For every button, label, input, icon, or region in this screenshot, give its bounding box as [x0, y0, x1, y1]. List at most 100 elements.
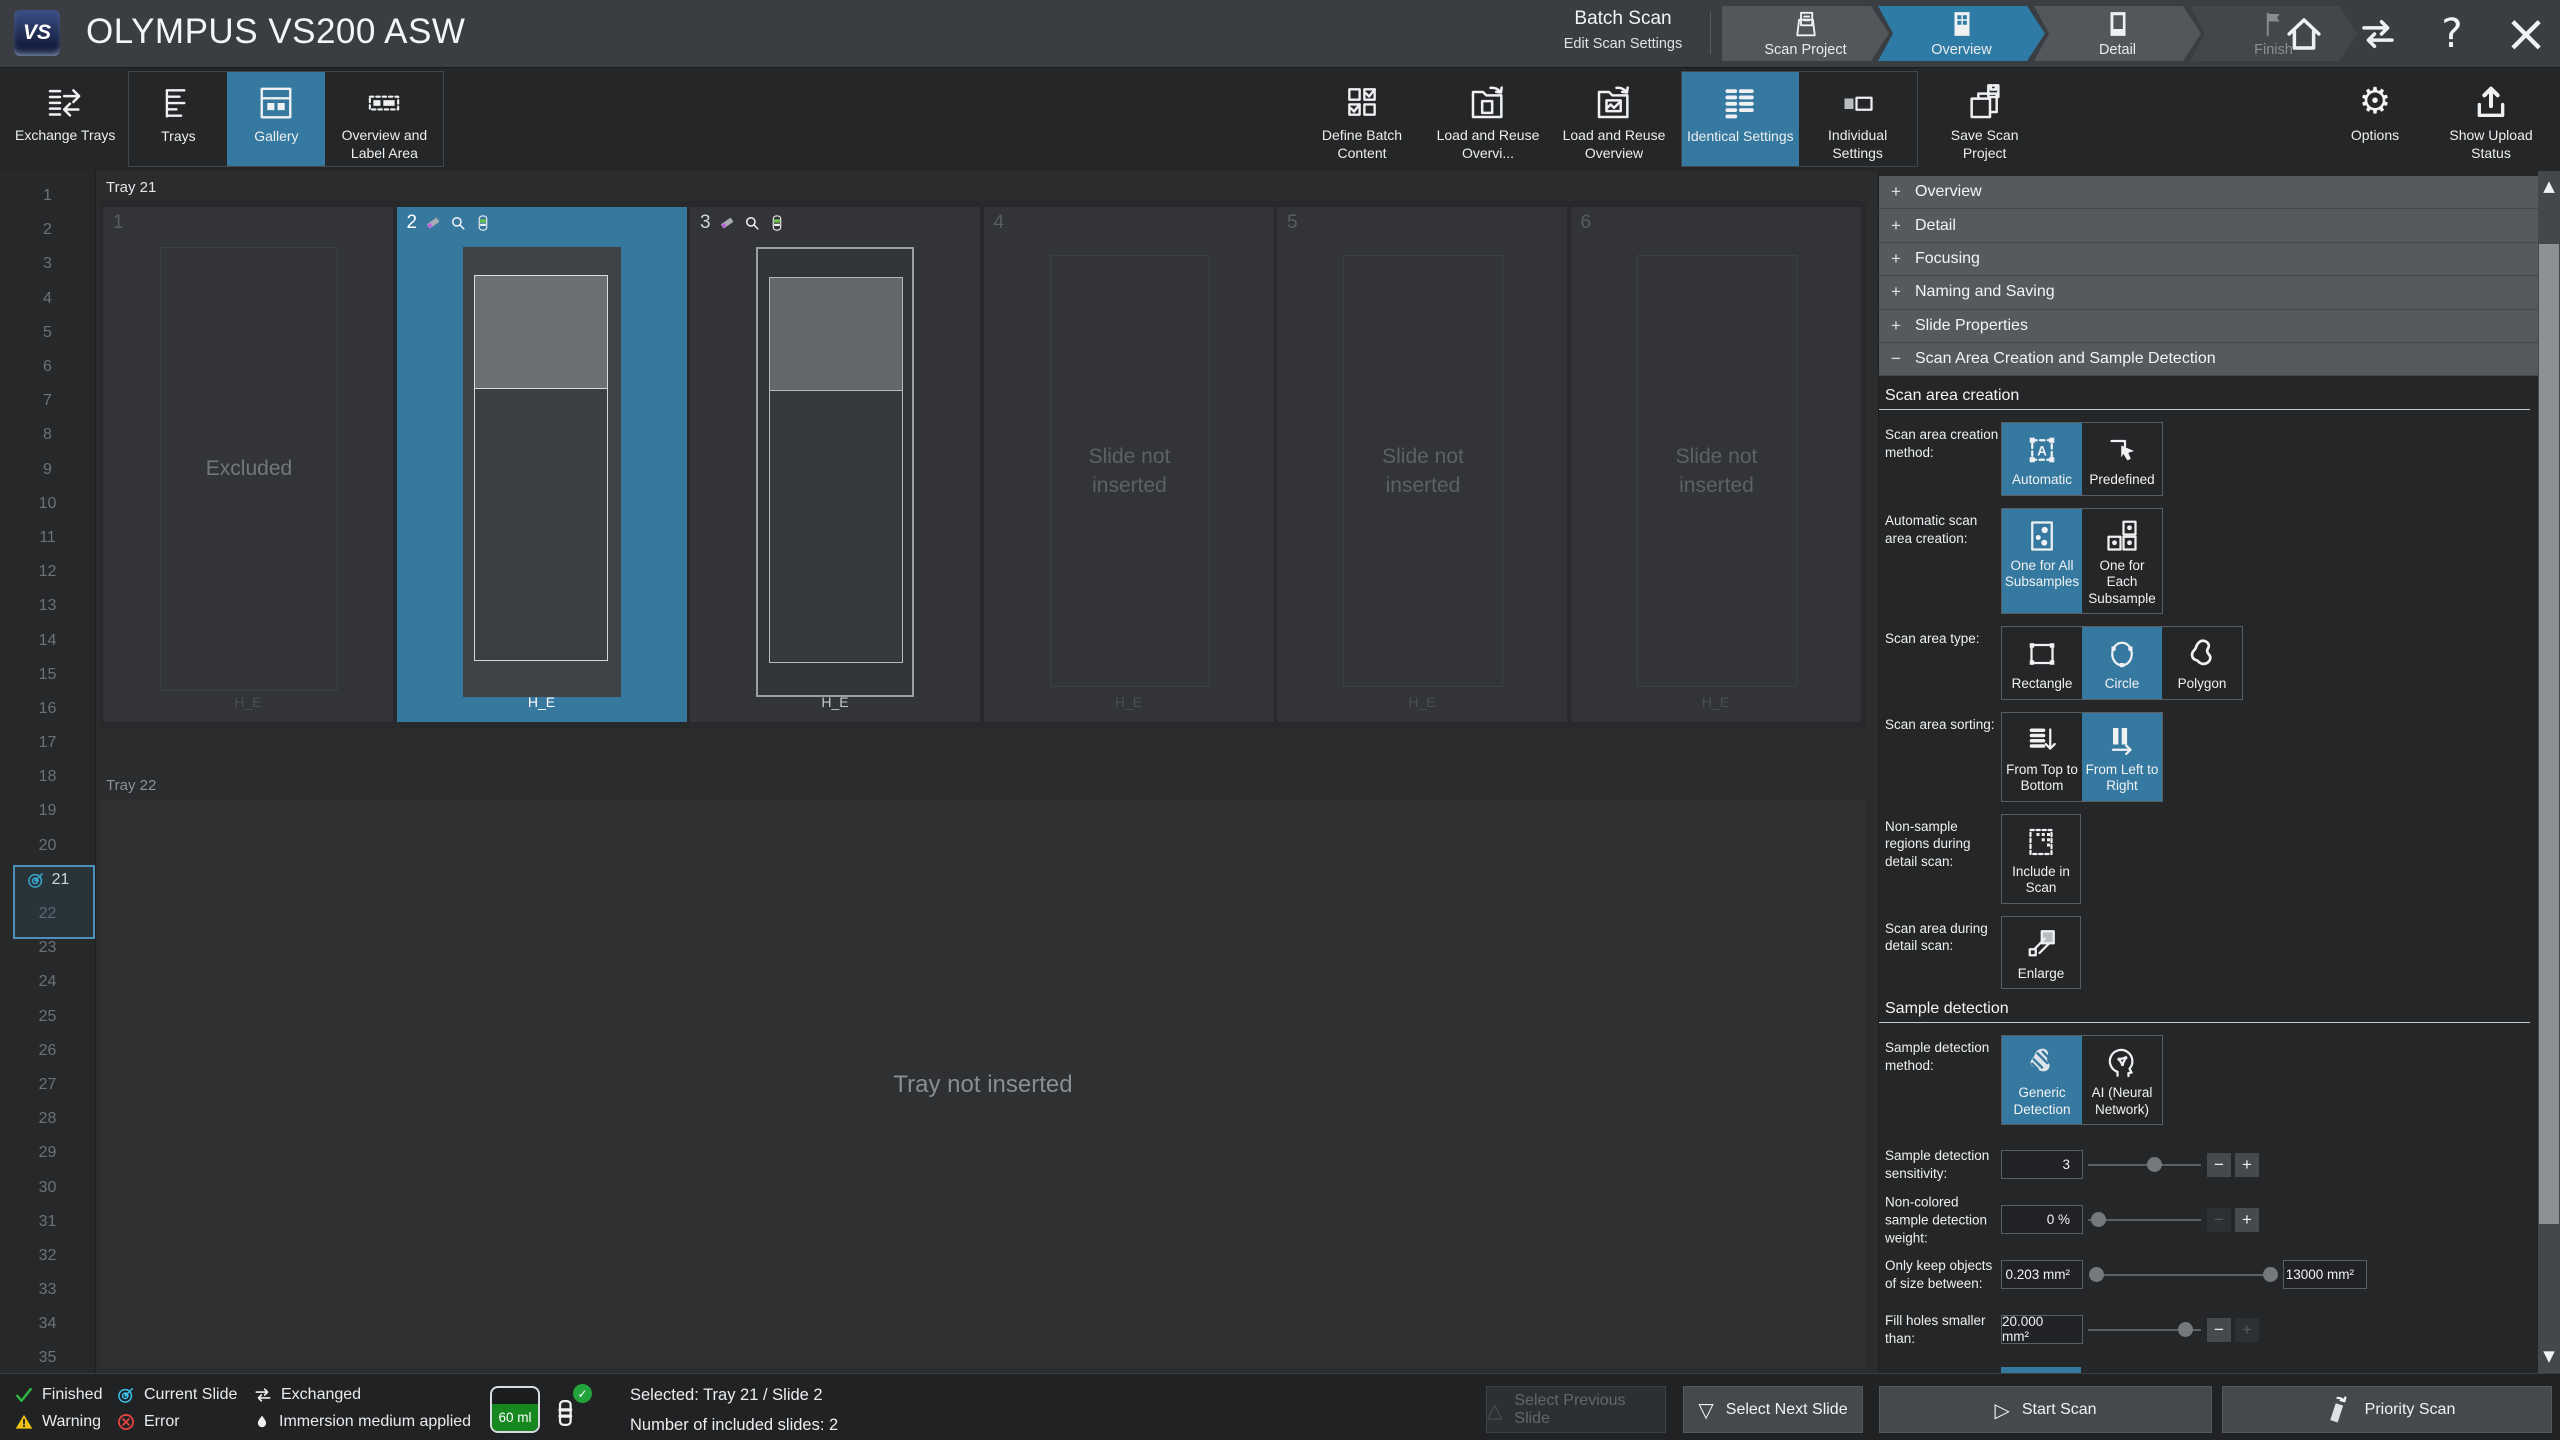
help-button[interactable]: ? [2430, 9, 2474, 59]
tray-row-33[interactable]: 33 [0, 1273, 95, 1307]
tray-row-24[interactable]: 24 [0, 965, 95, 999]
option-include-in-scan[interactable]: Include in Scan [2001, 814, 2081, 904]
tray-row-25[interactable]: 25 [0, 1000, 95, 1034]
priority-scan-button[interactable]: Priority Scan [2222, 1386, 2552, 1433]
accordion-section-focusing[interactable]: +Focusing [1879, 243, 2538, 276]
tray-row-7[interactable]: 7 [0, 384, 95, 418]
toolbar-button-show-upload-status[interactable]: Show Upload Status [2432, 71, 2550, 167]
decrement-button[interactable]: − [2207, 1208, 2231, 1232]
option-from-left-to-right[interactable]: From Left to Right [2082, 713, 2162, 801]
tray-row-8[interactable]: 8 [0, 418, 95, 452]
tray-row-20[interactable]: 20 [0, 829, 95, 863]
option-one-for-all-subsamples[interactable]: One for All Subsamples [2002, 509, 2082, 613]
slider-track[interactable] [2088, 1164, 2201, 1166]
option-from-top-to-bottom[interactable]: From Top to Bottom [2002, 713, 2082, 801]
value-input[interactable]: 20.000 mm² [2001, 1315, 2083, 1344]
slide-cell-2[interactable]: 2H_E [397, 207, 687, 722]
scroll-up-icon[interactable]: ▲ [2538, 173, 2560, 199]
accordion-section-overview[interactable]: +Overview [1879, 176, 2538, 209]
toolbar-button-load-and-reuse-overvi[interactable]: Load and Reuse Overvi... [1429, 71, 1547, 167]
tray-row-6[interactable]: 6 [0, 350, 95, 384]
tray-row-18[interactable]: 18 [0, 760, 95, 794]
workflow-step-detail[interactable]: Detail [2034, 6, 2201, 61]
accordion-section-naming-and-saving[interactable]: +Naming and Saving [1879, 276, 2538, 309]
tray-row-19[interactable]: 19 [0, 794, 95, 828]
option-automatic[interactable]: AAutomatic [2002, 423, 2082, 494]
tray-row-15[interactable]: 15 [0, 658, 95, 692]
toolbar-button-save-scan-project[interactable]: Save Scan Project [1926, 71, 2044, 167]
toolbar-button-exchange-trays[interactable]: Exchange Trays [10, 71, 120, 167]
tray-row-13[interactable]: 13 [0, 589, 95, 623]
tray-row-23[interactable]: 23 [0, 931, 95, 965]
slider-handle[interactable] [2147, 1157, 2162, 1172]
tray-row-9[interactable]: 9 [0, 453, 95, 487]
option-circle[interactable]: Circle [2082, 627, 2162, 698]
start-scan-button[interactable]: ▷Start Scan [1879, 1386, 2212, 1433]
option-polygon[interactable]: Polygon [2162, 627, 2242, 698]
tray-row-4[interactable]: 4 [0, 282, 95, 316]
slider-handle[interactable] [2178, 1322, 2193, 1337]
select-previous-slide-button[interactable]: △Select Previous Slide [1486, 1386, 1666, 1433]
workflow-step-scan-project[interactable]: Scan Project [1722, 6, 1889, 61]
max-value-input[interactable]: 13000 mm² [2283, 1260, 2367, 1289]
workflow-step-overview[interactable]: Overview [1878, 6, 2045, 61]
range-slider-max-handle[interactable] [2263, 1267, 2278, 1282]
toolbar-button-gallery[interactable]: Gallery [227, 72, 325, 166]
tray-row-2[interactable]: 2 [0, 213, 95, 247]
toolbar-button-identical-settings[interactable]: Identical Settings [1682, 72, 1799, 166]
select-next-slide-button[interactable]: ▽Select Next Slide [1683, 1386, 1863, 1433]
magnifier-icon[interactable] [449, 214, 467, 232]
slide-cell-6[interactable]: 6Slide not insertedH_E [1571, 207, 1861, 722]
tray-row-16[interactable]: 16 [0, 692, 95, 726]
tray-row-30[interactable]: 30 [0, 1170, 95, 1204]
accordion-section-scan-area-creation-and-sample-detection[interactable]: −Scan Area Creation and Sample Detection [1879, 343, 2538, 376]
tray-row-12[interactable]: 12 [0, 555, 95, 589]
tray-row-26[interactable]: 26 [0, 1034, 95, 1068]
option-one-for-each-subsample[interactable]: One for Each Subsample [2082, 509, 2162, 613]
increment-button[interactable]: + [2235, 1153, 2259, 1177]
value-input[interactable]: 0 % [2001, 1205, 2083, 1234]
close-button[interactable]: × [2504, 9, 2548, 59]
toolbar-button-overview-and-label-area[interactable]: Overview and Label Area [325, 72, 443, 166]
option-rectangle[interactable]: Rectangle [2002, 627, 2082, 698]
increment-button[interactable]: + [2235, 1208, 2259, 1232]
option-generic-detection[interactable]: Generic Detection [2002, 1036, 2082, 1124]
tray-row-35[interactable]: 35 [0, 1341, 95, 1375]
tray-row-32[interactable]: 32 [0, 1239, 95, 1273]
value-input[interactable]: 0.203 mm² [2001, 1260, 2083, 1289]
switch-windows-button[interactable] [2356, 9, 2400, 59]
home-button[interactable] [2282, 9, 2326, 59]
tray-row-29[interactable]: 29 [0, 1136, 95, 1170]
magnifier-icon[interactable] [743, 214, 761, 232]
tray-row-1[interactable]: 1 [0, 179, 95, 213]
scroll-down-icon[interactable]: ▼ [2538, 1343, 2560, 1369]
settings-scrollbar[interactable]: ▲ ▼ [2538, 171, 2560, 1373]
tray-row-34[interactable]: 34 [0, 1307, 95, 1341]
tray-row-14[interactable]: 14 [0, 623, 95, 657]
tray-row-17[interactable]: 17 [0, 726, 95, 760]
slide-cell-4[interactable]: 4Slide not insertedH_E [984, 207, 1274, 722]
scrollbar-thumb[interactable] [2539, 244, 2559, 1224]
toolbar-button-load-and-reuse-overview[interactable]: Load and Reuse Overview [1555, 71, 1673, 167]
tray-row-5[interactable]: 5 [0, 316, 95, 350]
slide-cell-1[interactable]: 1ExcludedH_E [103, 207, 393, 722]
decrement-button[interactable]: − [2207, 1318, 2231, 1342]
tray-row-27[interactable]: 27 [0, 1068, 95, 1102]
tray-row-11[interactable]: 11 [0, 521, 95, 555]
option-enlarge[interactable]: Enlarge [2001, 916, 2081, 989]
accordion-section-detail[interactable]: +Detail [1879, 209, 2538, 242]
toolbar-button-options[interactable]: ⚙Options [2326, 71, 2424, 167]
toolbar-button-define-batch-content[interactable]: Define Batch Content [1303, 71, 1421, 167]
slide-cell-3[interactable]: 3H_E [690, 207, 980, 722]
tray-row-3[interactable]: 3 [0, 247, 95, 281]
toolbar-button-trays[interactable]: Trays [129, 72, 227, 166]
slide-cell-5[interactable]: 5Slide not insertedH_E [1277, 207, 1567, 722]
range-slider-track[interactable] [2093, 1274, 2274, 1276]
tray-row-21[interactable]: 21 [0, 863, 95, 897]
tray-row-31[interactable]: 31 [0, 1205, 95, 1239]
option-predefined[interactable]: Predefined [2082, 423, 2162, 494]
tray-row-10[interactable]: 10 [0, 487, 95, 521]
option-ai-neural-network[interactable]: AI (Neural Network) [2082, 1036, 2162, 1124]
toolbar-button-individual-settings[interactable]: Individual Settings [1799, 72, 1917, 166]
value-input[interactable]: 3 [2001, 1150, 2083, 1179]
